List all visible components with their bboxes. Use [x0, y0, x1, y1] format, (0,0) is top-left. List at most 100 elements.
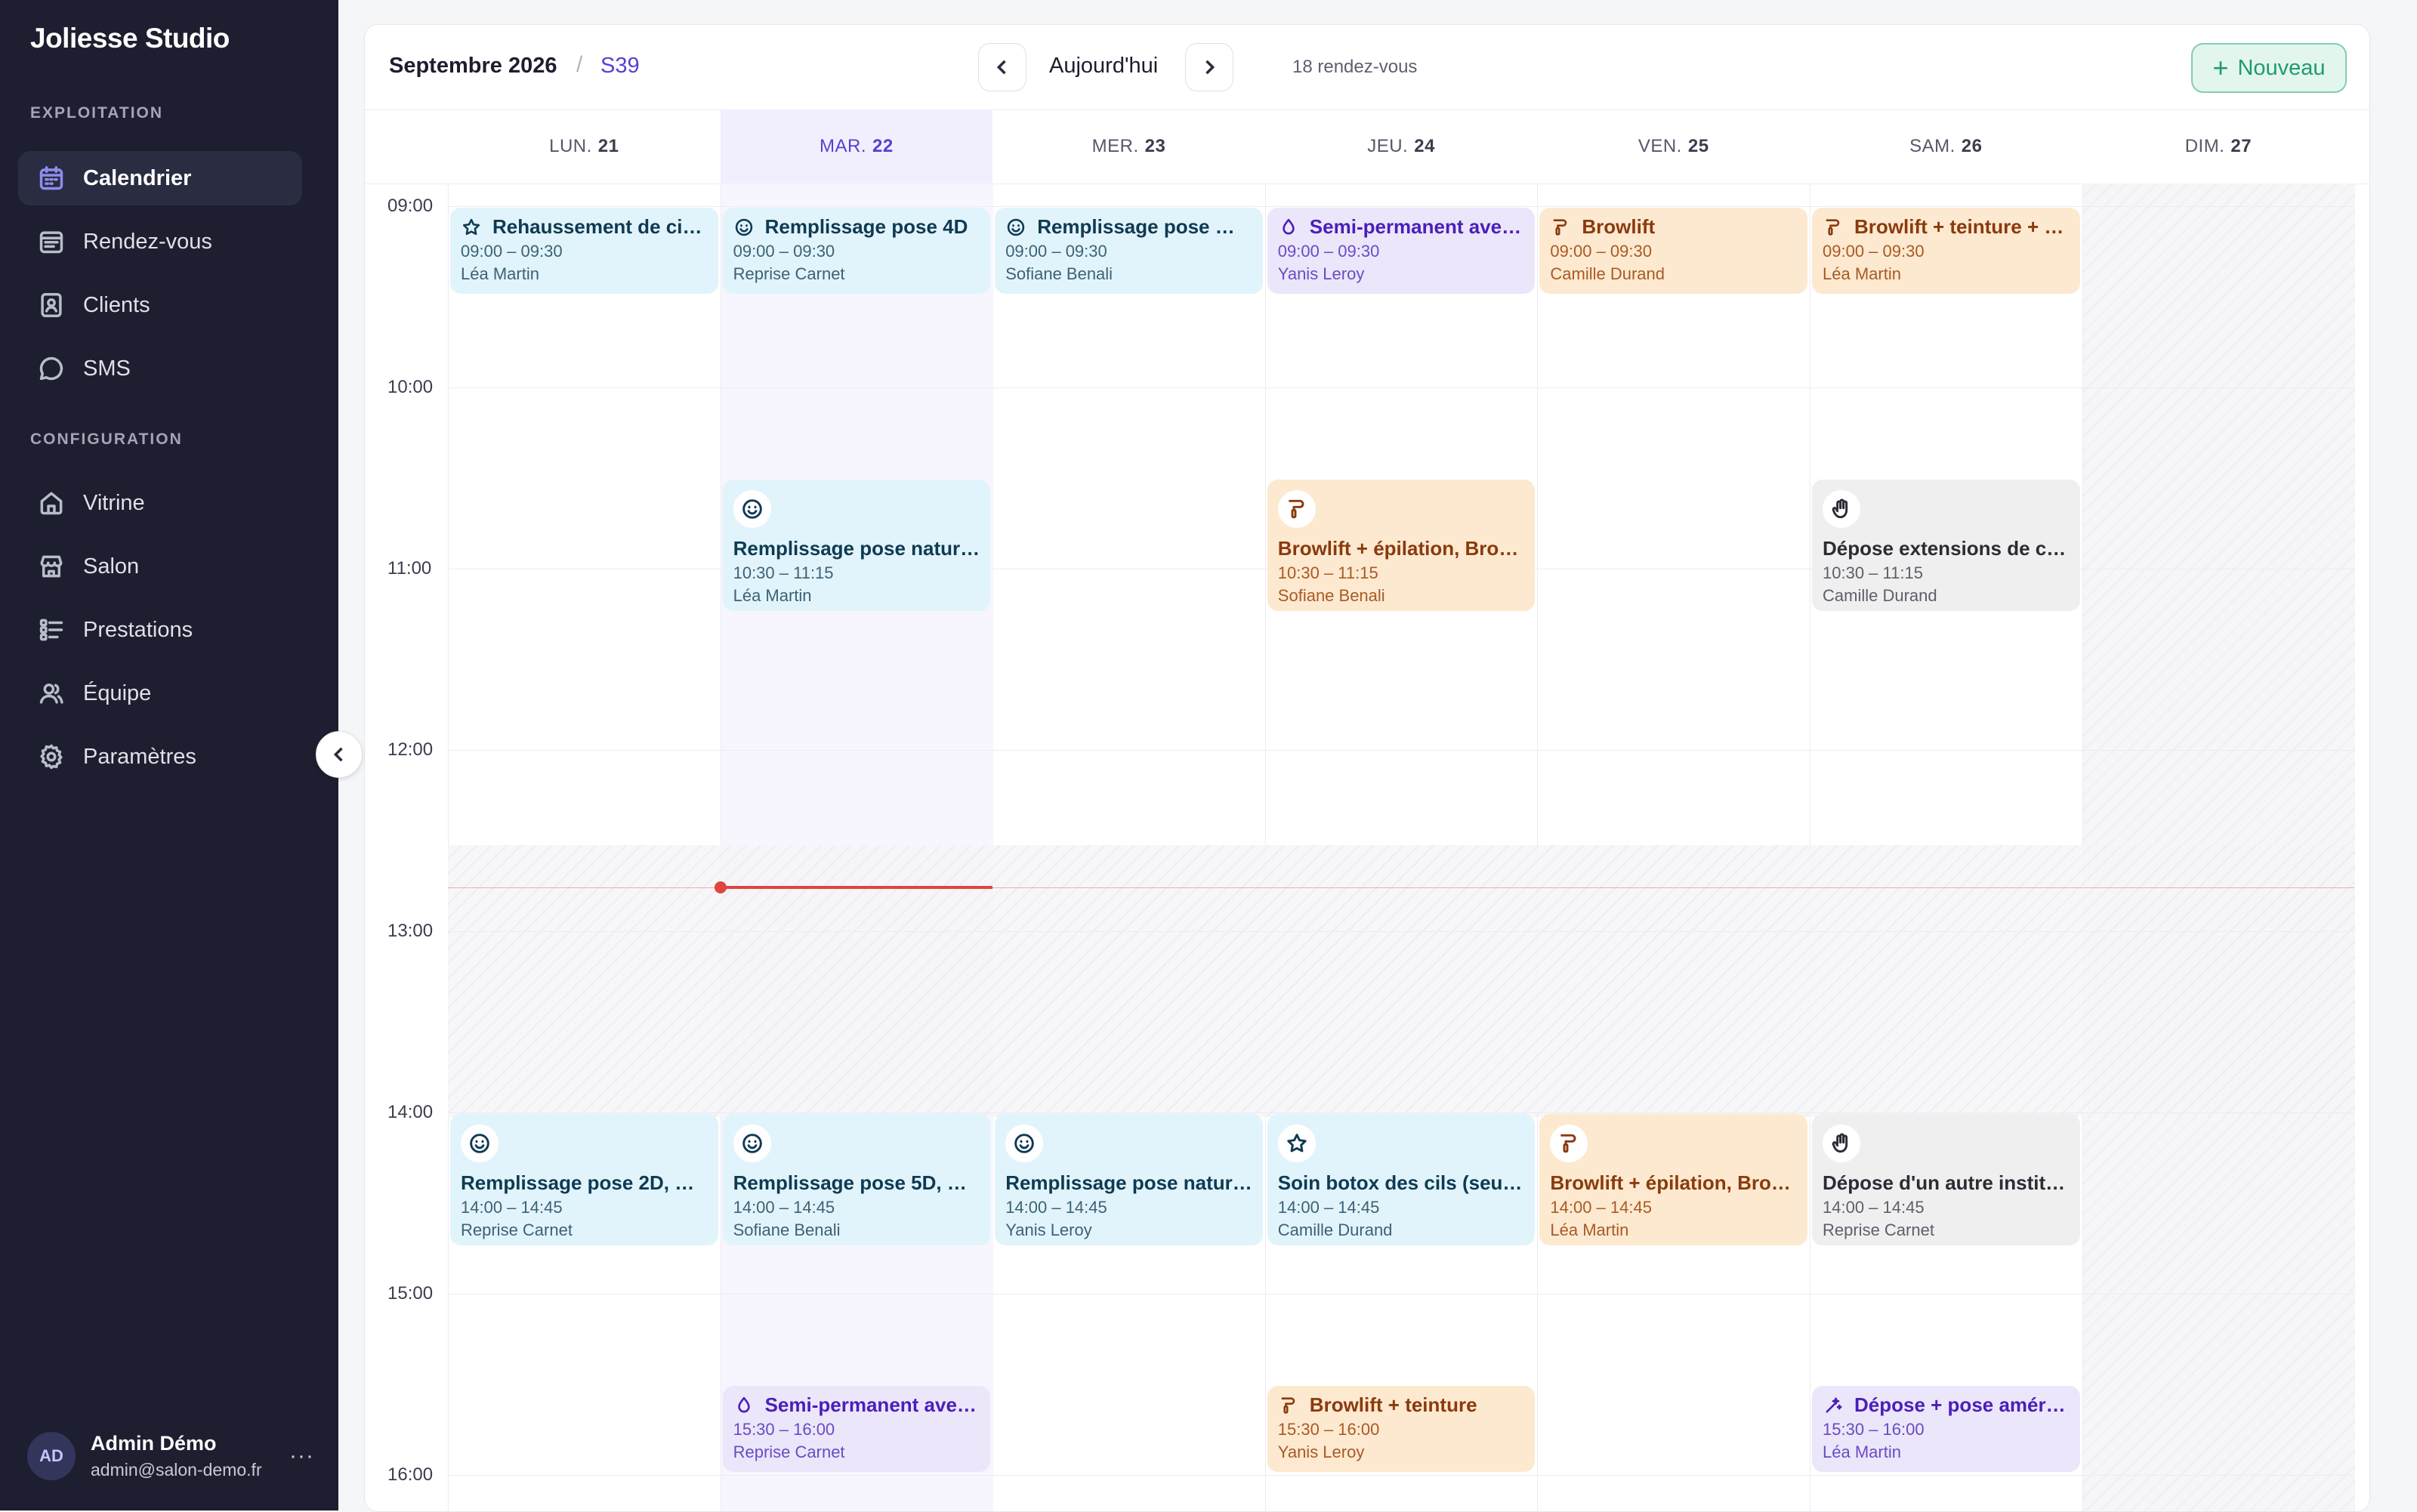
sidebar-item-equipe[interactable]: Équipe	[18, 666, 302, 721]
appointment-time: 15:30 – 16:00	[1277, 1420, 1380, 1439]
team-icon	[36, 678, 66, 708]
appointment-card[interactable]: Browlift + épilation, Browl... 14:00 – 14…	[1539, 1114, 1807, 1245]
appointment-card[interactable]: Remplissage pose 2D, Re... 14:00 – 14:45 R…	[450, 1114, 718, 1245]
appointment-staff: Camille Durand	[1277, 1220, 1393, 1239]
avatar: AD	[27, 1432, 76, 1480]
appointment-title: Rehaussement de cils...	[492, 215, 708, 238]
day-header[interactable]: DIM. 27	[2082, 110, 2355, 184]
sidebar-item-label: Salon	[83, 554, 140, 579]
hour-label: 15:00	[387, 1283, 434, 1304]
previous-week-button[interactable]	[978, 43, 1026, 91]
appointment-time: 09:00 – 09:30	[461, 242, 563, 261]
sidebar-item-label: Rendez-vous	[83, 229, 212, 254]
sidebar-item-prestations[interactable]: Prestations	[18, 603, 302, 657]
appointment-time: 14:00 – 14:45	[461, 1198, 563, 1217]
appointment-title: Remplissage pose naturel...	[733, 537, 980, 560]
appointment-time: 15:30 – 16:00	[1823, 1420, 1925, 1439]
appointment-title: Browlift + épilation, Browl...	[1277, 537, 1525, 560]
appointment-card[interactable]: Remplissage pose 5D, Re... 14:00 – 14:45 S…	[722, 1114, 991, 1245]
sidebar-item-clients[interactable]: Clients	[18, 278, 302, 332]
sidebar-item-label: Vitrine	[83, 490, 145, 515]
chevron-left-icon	[333, 747, 343, 762]
day-name: MER.	[1091, 136, 1139, 156]
day-number: 21	[597, 136, 619, 156]
user-profile[interactable]: AD Admin Démo admin@salon-demo.fr ···	[27, 1429, 314, 1483]
sidebar-item-label: Calendrier	[83, 165, 192, 190]
appointment-staff: Léa Martin	[1823, 264, 1901, 283]
appointment-time: 09:00 – 09:30	[733, 242, 835, 261]
appointment-time: 10:30 – 11:15	[733, 563, 834, 582]
smiley-icon	[733, 490, 771, 528]
hand-icon	[1823, 1125, 1860, 1162]
appointment-time: 14:00 – 14:45	[733, 1198, 835, 1217]
hour-gridline	[448, 387, 2354, 388]
sidebar-item-label: SMS	[83, 356, 131, 381]
sidebar: Joliesse Studio EXPLOITATION Calendrier …	[0, 0, 338, 1510]
smiley-icon	[733, 1125, 771, 1162]
appointment-card[interactable]: Dépose extensions de cils ... 10:30 – 11:…	[1812, 480, 2080, 611]
day-header[interactable]: MER. 23	[992, 110, 1265, 184]
sidebar-item-rendez-vous[interactable]: Rendez-vous	[18, 214, 302, 269]
appointment-time: 15:30 – 16:00	[733, 1420, 835, 1439]
next-week-button[interactable]	[1185, 43, 1233, 91]
appointment-title: Browlift + épilation, Browl...	[1550, 1171, 1797, 1194]
day-header[interactable]: LUN. 21	[448, 110, 721, 184]
hour-label: 13:00	[387, 921, 434, 941]
star-icon	[1277, 1125, 1316, 1162]
appointment-card[interactable]: Browlift + teinture + é... 09:00 – 09:30 L…	[1812, 208, 2080, 294]
appointment-card[interactable]: Soin botox des cils (seul), ... 14:00 – 1…	[1267, 1114, 1536, 1245]
smiley-icon	[1005, 1125, 1044, 1162]
week-number: S39	[600, 54, 640, 78]
brush-icon	[1550, 217, 1571, 238]
more-options-icon[interactable]: ···	[289, 1443, 314, 1469]
hand-icon	[1823, 490, 1860, 528]
appointment-time: 10:30 – 11:15	[1823, 563, 1923, 582]
appointment-card[interactable]: Remplissage pose naturel... 10:30 – 11:15…	[722, 480, 991, 611]
day-number: 22	[872, 136, 894, 156]
collapse-sidebar-button[interactable]	[316, 731, 363, 778]
appointment-card[interactable]: Semi-permanent avec... 15:30 – 16:00 Repri…	[722, 1386, 991, 1472]
appointment-title: Browlift + teinture + é...	[1854, 215, 2070, 238]
appointment-title: Remplissage pose 5D, Re...	[733, 1171, 980, 1194]
appointment-time: 09:00 – 09:30	[1823, 242, 1925, 261]
hour-label: 16:00	[387, 1464, 434, 1485]
appointment-card[interactable]: Browlift + teinture 15:30 – 16:00 Yanis Le…	[1267, 1386, 1536, 1472]
sidebar-item-parametres[interactable]: Paramètres	[18, 730, 302, 784]
hour-label: 10:00	[387, 377, 434, 397]
chat-bubble-icon	[36, 353, 66, 384]
appointment-card[interactable]: Rehaussement de cils... 09:00 – 09:30 Léa …	[450, 208, 718, 294]
appointment-card[interactable]: Semi-permanent avec... 09:00 – 09:30 Yanis…	[1267, 208, 1536, 294]
appointment-card[interactable]: Dépose + pose améric... 15:30 – 16:00 Léa …	[1812, 1386, 2080, 1472]
day-header[interactable]: VEN. 25	[1537, 110, 1810, 184]
appointment-card[interactable]: Browlift 09:00 – 09:30 Camille Durand	[1539, 208, 1807, 294]
day-header[interactable]: MAR. 22	[720, 110, 993, 184]
day-name: JEU.	[1367, 136, 1409, 156]
brush-icon	[1550, 1125, 1588, 1162]
day-header[interactable]: JEU. 24	[1265, 110, 1538, 184]
appointment-title: Dépose d'un autre institut,...	[1823, 1171, 2070, 1194]
hour-gridline	[448, 206, 2354, 207]
day-number: 24	[1414, 136, 1435, 156]
sidebar-item-salon[interactable]: Salon	[18, 539, 302, 594]
day-header[interactable]: SAM. 26	[1810, 110, 2082, 184]
sidebar-item-vitrine[interactable]: Vitrine	[18, 476, 302, 530]
contact-card-icon	[36, 290, 66, 320]
appointment-card[interactable]: Remplissage pose mi... 09:00 – 09:30 Sofia…	[995, 208, 1263, 294]
hour-label: 12:00	[387, 739, 434, 760]
week-grid: 09:00 10:00 11:00 12:00 13:00 14:00 15:00 16:00…	[365, 184, 2369, 1511]
appointment-card[interactable]: Dépose d'un autre institut,... 14:00 – 14…	[1812, 1114, 2080, 1245]
today-button[interactable]: Aujourd'hui	[1049, 54, 1158, 79]
appointment-time: 14:00 – 14:45	[1005, 1198, 1107, 1217]
sidebar-item-sms[interactable]: SMS	[18, 341, 302, 396]
appointment-card[interactable]: Remplissage pose naturel... 14:00 – 14:45…	[995, 1114, 1263, 1245]
appointment-staff: Léa Martin	[733, 586, 812, 605]
day-name: DIM.	[2184, 136, 2225, 156]
appointment-staff: Sofiane Benali	[733, 1220, 841, 1239]
appointment-title: Dépose + pose améric...	[1854, 1393, 2070, 1416]
appointment-card[interactable]: Browlift + épilation, Browl... 10:30 – 11…	[1267, 480, 1536, 611]
sidebar-item-calendrier[interactable]: Calendrier	[18, 151, 302, 205]
new-appointment-button[interactable]: + Nouveau	[2191, 43, 2347, 93]
appointment-staff: Camille Durand	[1823, 586, 1937, 605]
appointment-card[interactable]: Remplissage pose 4D 09:00 – 09:30 Reprise …	[722, 208, 991, 294]
sparkle-wand-icon	[1823, 1395, 1844, 1416]
